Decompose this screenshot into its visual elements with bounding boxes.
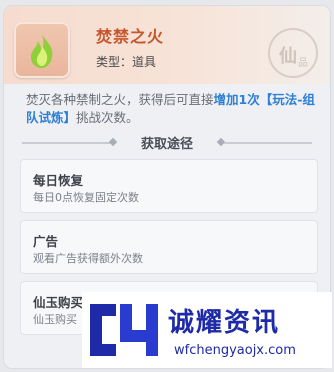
route-desc: 仙玉购买 bbox=[33, 313, 77, 326]
route-desc: 每日0点恢复固定次数 bbox=[33, 191, 139, 204]
quality-seal-text: 仙 bbox=[279, 46, 297, 67]
route-title: 仙玉购买 bbox=[33, 295, 84, 310]
route-title: 每日恢复 bbox=[33, 173, 84, 188]
route-desc: 观看广告获得额外次数 bbox=[33, 252, 143, 265]
item-title: 焚禁之火 bbox=[96, 27, 165, 46]
fire-icon bbox=[14, 22, 70, 78]
route-item[interactable]: 广告 观看广告获得额外次数 bbox=[20, 220, 318, 274]
logo-mark-icon bbox=[90, 304, 158, 356]
item-description: 焚灭各种禁制之火，获得后可直接增加1次【玩法-组队试炼】挑战次数。 bbox=[26, 92, 315, 125]
watermark-logo: 诚耀资讯 wfchengyaojx.com bbox=[82, 292, 332, 368]
item-type: 类型：道具 bbox=[96, 55, 157, 69]
item-header: 焚禁之火 类型：道具 仙 品 bbox=[4, 6, 330, 84]
divider-right bbox=[224, 142, 312, 144]
route-item[interactable]: 每日恢复 每日0点恢复固定次数 bbox=[20, 159, 318, 213]
watermark-name: 诚耀资讯 bbox=[168, 308, 281, 338]
route-title: 广告 bbox=[33, 234, 59, 249]
watermark-url: wfchengyaojx.com bbox=[174, 343, 296, 358]
quality-seal-sub: 品 bbox=[298, 58, 308, 69]
